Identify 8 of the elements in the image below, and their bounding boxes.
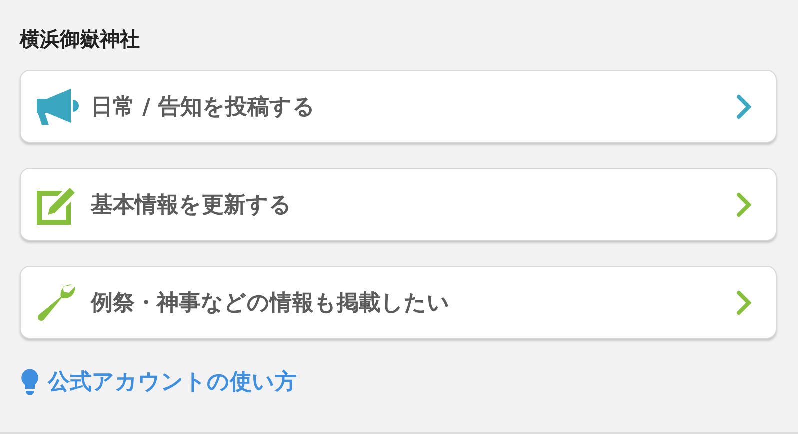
lightbulb-icon xyxy=(20,368,40,396)
action-button[interactable]: 例祭・神事などの情報も掲載したい xyxy=(20,266,777,339)
chevron-icon xyxy=(736,192,752,218)
action-button[interactable]: 基本情報を更新する xyxy=(20,168,777,241)
shrine-name: 横浜御嶽神社 xyxy=(20,26,141,53)
chevron-icon xyxy=(736,94,752,120)
chevron-icon xyxy=(736,290,752,316)
action-button[interactable]: 日常 / 告知を投稿する xyxy=(20,70,777,143)
